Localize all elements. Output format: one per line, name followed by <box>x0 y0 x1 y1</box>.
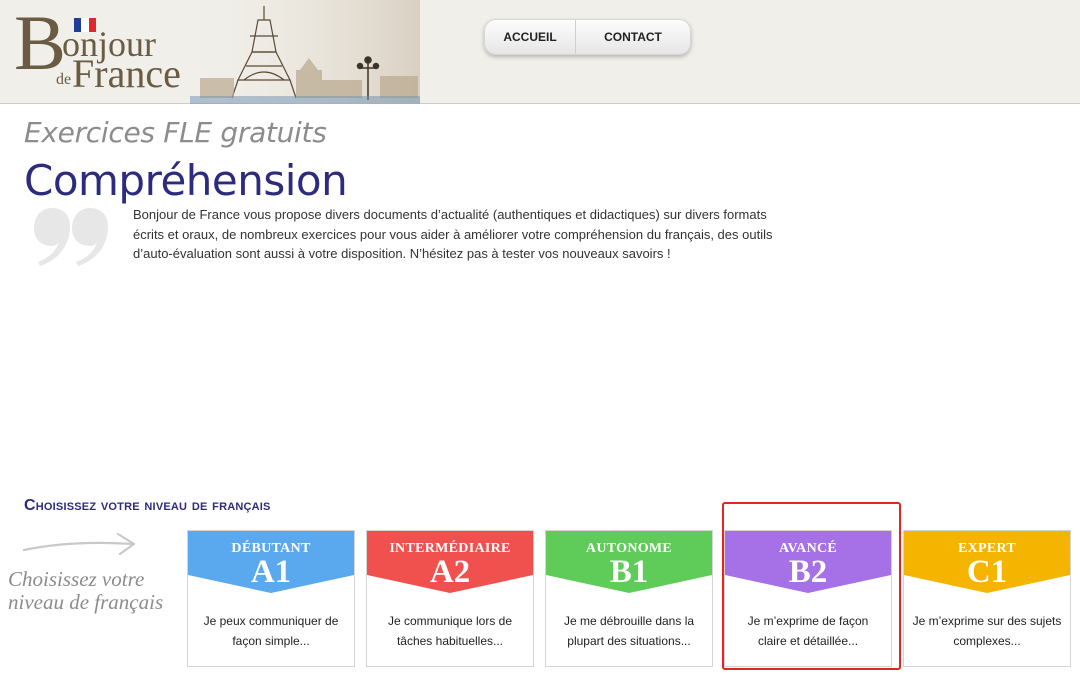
quote-mark-icon <box>34 208 108 266</box>
level-banner: EXPERT C1 <box>904 531 1070 595</box>
nav-accueil[interactable]: ACCUEIL <box>485 20 576 54</box>
level-code: B1 <box>609 554 649 590</box>
level-side-note: Choisissez votre niveau de français <box>8 567 164 614</box>
level-code: A1 <box>250 554 292 590</box>
level-description: Je m’exprime sur des sujets complexes... <box>912 614 1062 648</box>
level-description: Je me débrouille dans la plupart des sit… <box>563 614 695 648</box>
intro-paragraph: Bonjour de France vous propose divers do… <box>133 207 773 261</box>
site-logo[interactable]: B onjour de France <box>0 0 420 104</box>
arrow-right-icon <box>22 532 136 556</box>
level-code: C1 <box>966 554 1008 590</box>
page-subtitle: Exercices FLE gratuits <box>24 116 327 149</box>
level-banner: AUTONOME B1 <box>546 531 712 595</box>
level-card-debutant[interactable]: DÉBUTANT A1 Je peux communiquer de façon s… <box>187 530 355 667</box>
level-description: Je communique lors de tâches habituelles… <box>387 614 513 648</box>
level-code: B2 <box>788 554 828 590</box>
site-header: B onjour de France ACCUEIL CONTACT <box>0 0 1080 104</box>
level-banner: AVANCÉ B2 <box>725 531 891 595</box>
level-heading: Choisissez votre niveau de français <box>24 497 271 514</box>
level-description: Je m’exprime de façon claire et détaillé… <box>747 614 869 648</box>
level-card-intermediaire[interactable]: INTERMÉDIAIRE A2 Je communique lors de tâc… <box>366 530 534 667</box>
level-code: A2 <box>429 554 471 590</box>
logo-word-de: de <box>56 71 72 88</box>
level-card-autonome[interactable]: AUTONOME B1 Je me débrouille dans la plupa… <box>545 530 713 667</box>
level-card-avance[interactable]: AVANCÉ B2 Je m’exprime de façon claire et … <box>724 530 892 667</box>
nav-contact[interactable]: CONTACT <box>576 20 690 54</box>
logo-word-france: France <box>72 51 181 96</box>
level-banner: INTERMÉDIAIRE A2 <box>367 531 533 595</box>
main-nav: ACCUEIL CONTACT <box>484 19 691 55</box>
level-card-expert[interactable]: EXPERT C1 Je m’exprime sur des sujets comp… <box>903 530 1071 667</box>
level-description: Je peux communiquer de façon simple... <box>203 614 339 648</box>
level-banner: DÉBUTANT A1 <box>188 531 354 595</box>
